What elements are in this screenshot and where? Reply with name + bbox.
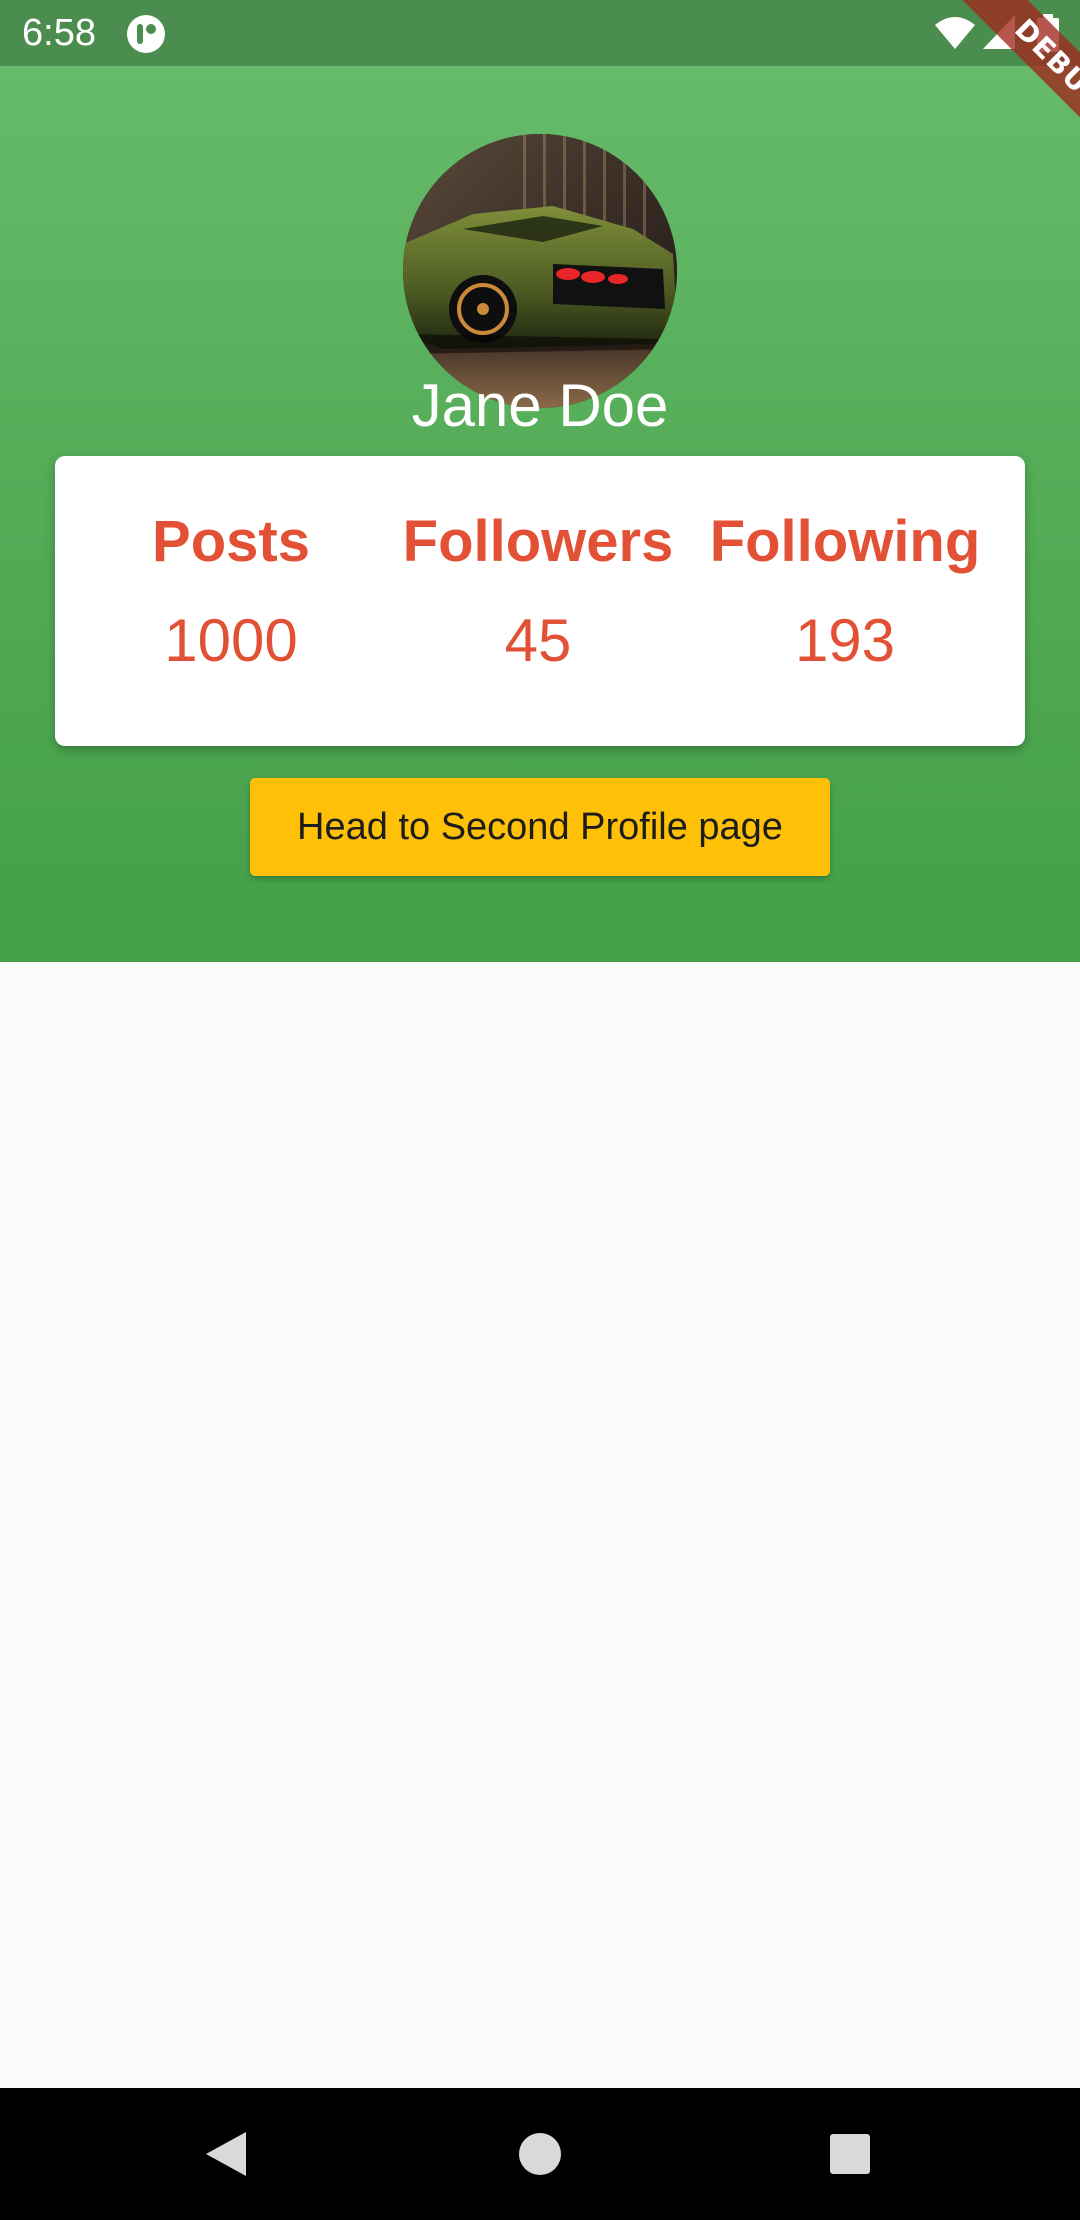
profile-header: Jane Doe Posts 1000 Followers 45 Followi… [0,66,1080,962]
stat-following-label: Following [709,509,981,574]
stat-followers-value: 45 [504,607,572,674]
status-bar: 6:58 [0,0,1080,66]
stats-card: Posts 1000 Followers 45 Following 193 [55,456,1025,746]
stat-following-value: 193 [794,607,896,674]
profile-screen: 6:58 Jane Doe Posts 1000 Followers 45 Fo… [0,0,1080,2220]
system-nav-bar [0,2088,1080,2220]
battery-icon [1036,14,1060,52]
back-triangle-icon[interactable] [204,2130,248,2178]
stat-posts-value: 1000 [164,607,298,674]
profile-name: Jane Doe [411,372,669,439]
recents-square-icon[interactable] [829,2133,871,2175]
stat-followers-label: Followers [402,509,674,574]
home-circle-icon[interactable] [518,2132,562,2176]
stat-posts-label: Posts [152,509,310,574]
wifi-icon [934,16,976,50]
cell-signal-icon [982,14,1016,50]
second-profile-button[interactable]: Head to Second Profile page [250,778,830,876]
app-notification-icon [126,14,166,54]
status-time: 6:58 [22,12,96,54]
